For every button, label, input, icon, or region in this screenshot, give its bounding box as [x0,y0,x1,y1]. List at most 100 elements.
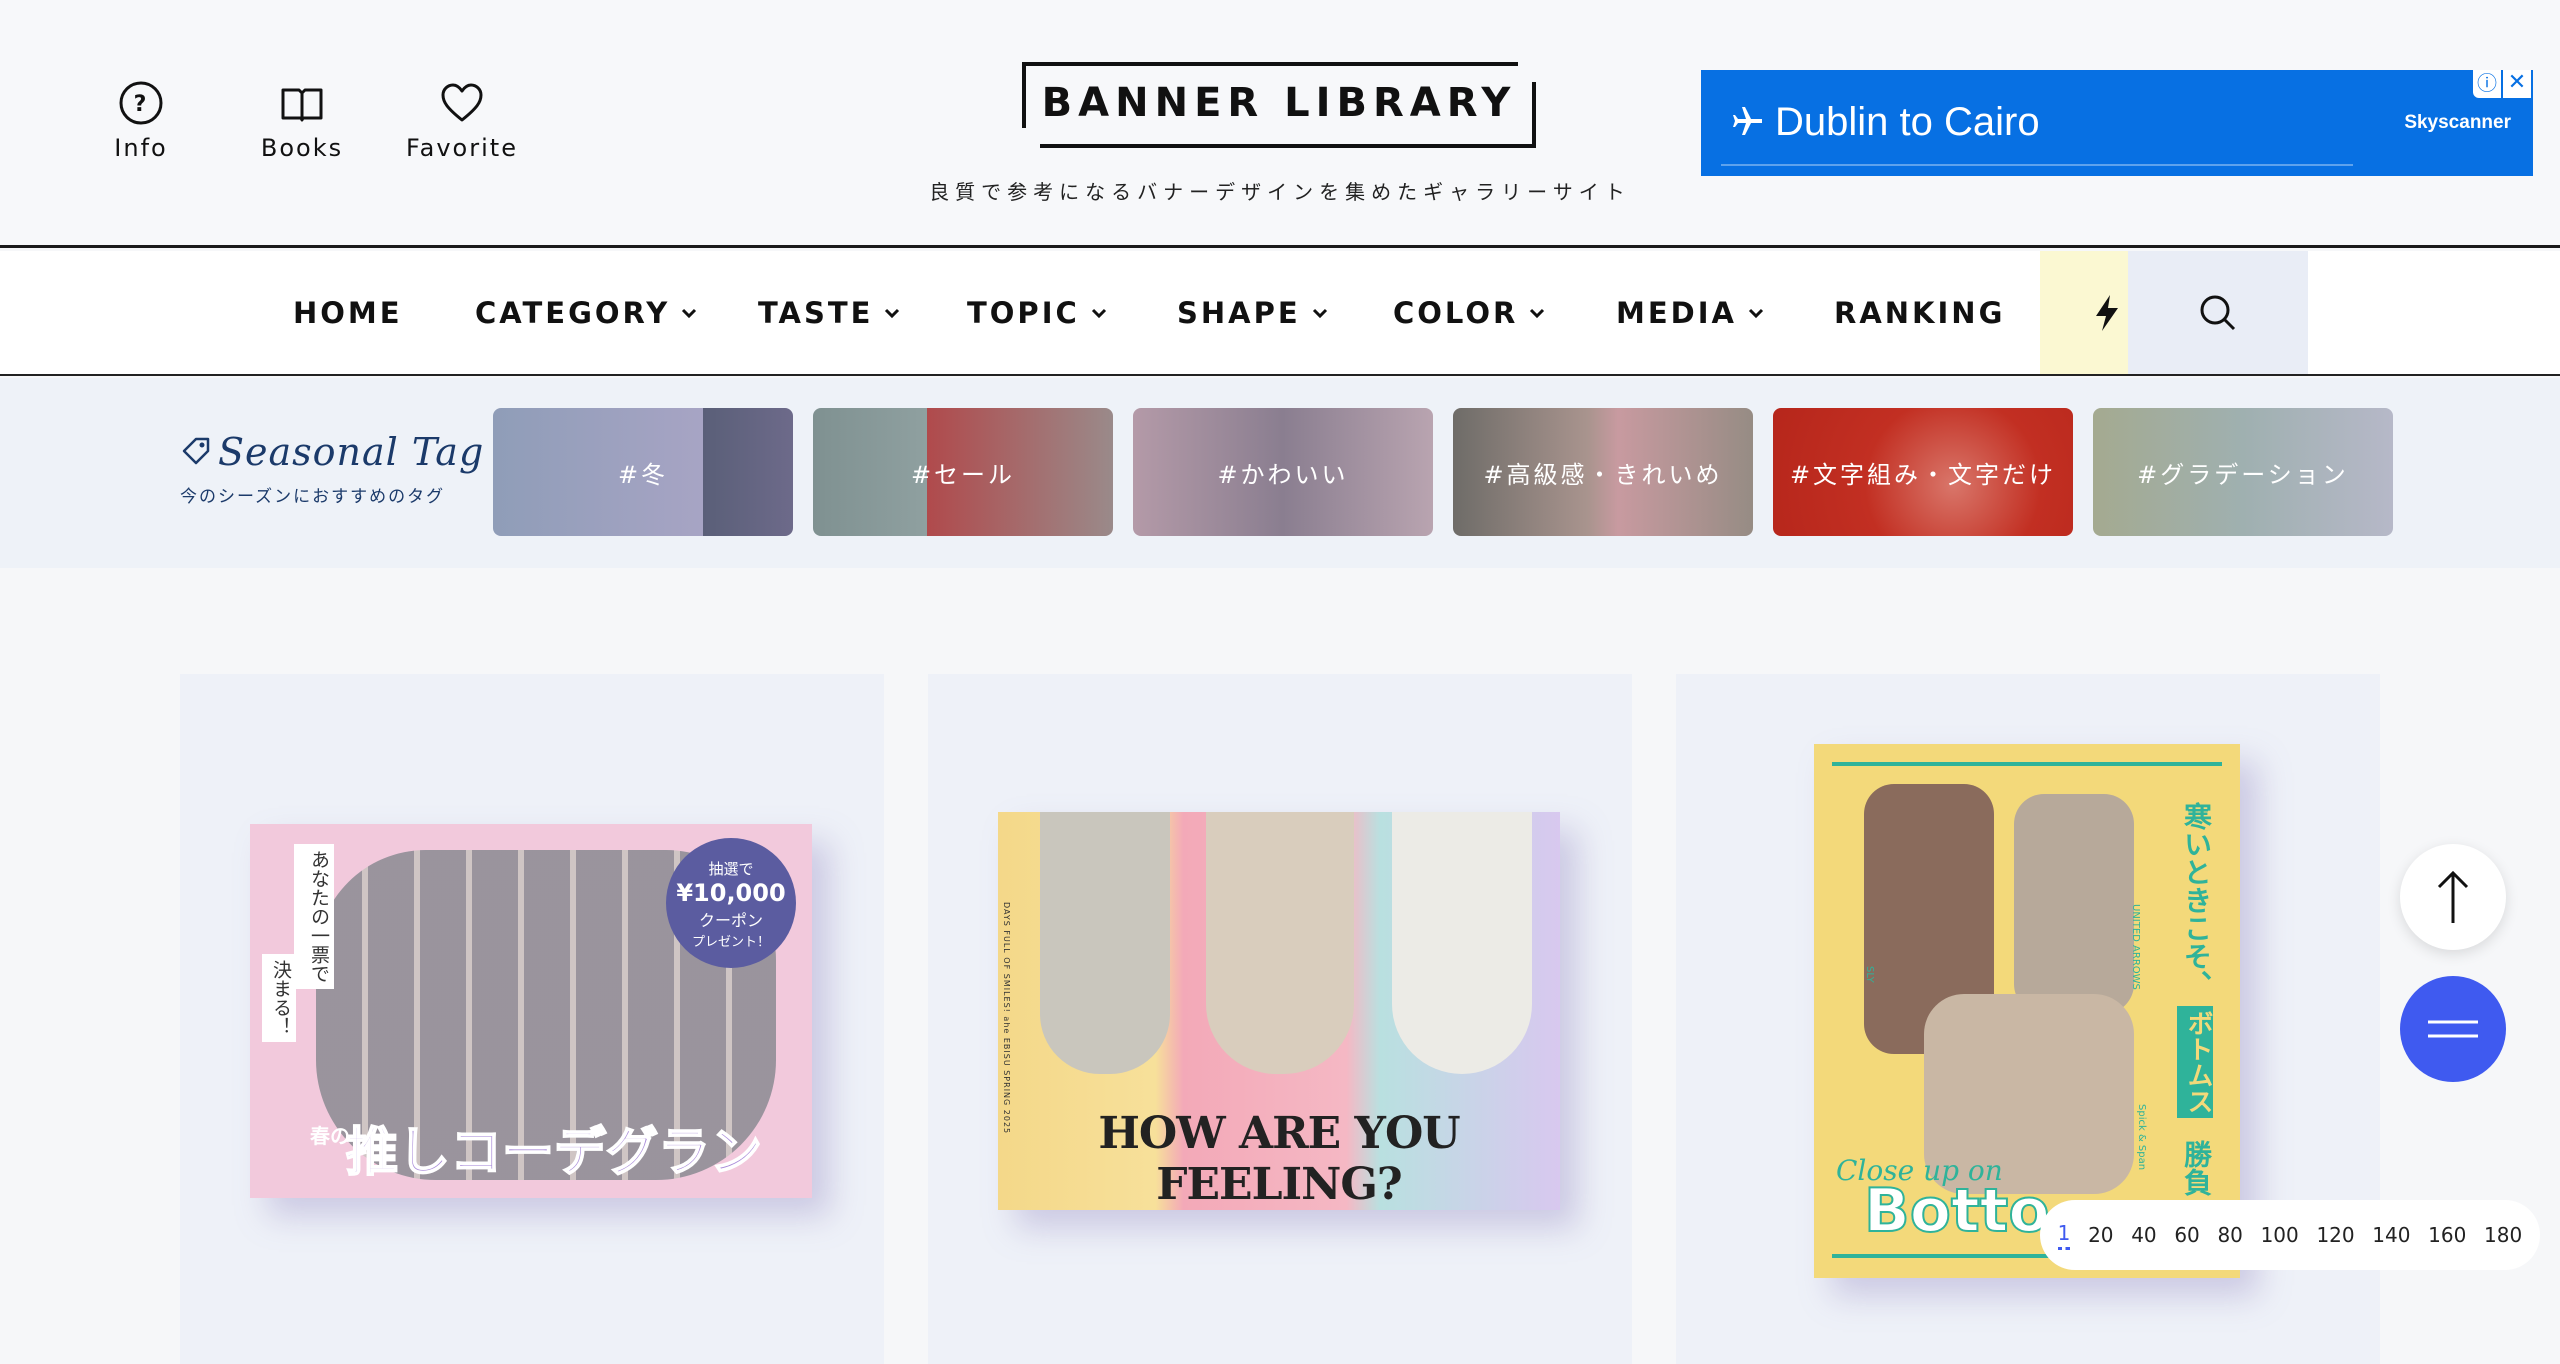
svg-text:?: ? [134,92,149,117]
tag-winter[interactable]: #冬 [493,408,793,536]
badge-top: 抽選で [708,860,754,878]
model-photo-2 [2014,794,2134,1014]
page-link[interactable]: 160 [2428,1223,2466,1247]
chevron-down-icon [682,308,697,318]
seasonal-title-block: Seasonal Tag 今のシーズンにおすすめのタグ [180,430,484,507]
page-link[interactable]: 140 [2372,1223,2410,1247]
nav-taste-label: TASTE [758,295,874,330]
logo-text: BANNER LIBRARY [1041,80,1517,126]
banner3-headline: Botto [1863,1175,2051,1247]
tag-label: #高級感・きれいめ [1483,460,1723,489]
tag-label: #セール [910,460,1016,489]
badge-amount: ¥10,000 [676,879,786,907]
tag-elegant[interactable]: #高級感・きれいめ [1453,408,1753,536]
ad-close-icon[interactable]: ✕ [2503,70,2531,98]
tag-label: #グラデーション [2137,460,2349,489]
ad-brand: Skyscanner [2404,112,2511,133]
nav-media-label: MEDIA [1616,295,1737,330]
search-icon [2200,295,2236,330]
favorite-link[interactable]: Favorite [402,80,522,162]
tag-icon [182,437,210,465]
banner3-vertical-end: 勝負 [2180,1140,2213,1196]
nav-home[interactable]: HOME [293,251,403,374]
banner-image: あなたの一票で 決まる！ 抽選で ¥10,000 クーポン プレゼント！ 春の … [250,824,812,1198]
banner3-brand-a: UNITED ARROWS [2130,904,2141,990]
page-link[interactable]: 40 [2131,1223,2156,1247]
page-link[interactable]: 1 [2057,1221,2071,1250]
tag-sale[interactable]: #セール [813,408,1113,536]
ad-banner[interactable]: Dublin to Cairo Skyscanner ⓘ ✕ [1701,70,2533,176]
tag-label: #かわいい [1217,460,1349,489]
nav-shape-label: SHAPE [1177,295,1301,330]
coupon-badge: 抽選で ¥10,000 クーポン プレゼント！ [666,838,796,968]
page-link[interactable]: 60 [2174,1223,2199,1247]
nav-topic-label: TOPIC [967,295,1080,330]
tag-label: #冬 [617,460,669,489]
banner3-brand-c: SLY [1864,966,1875,983]
page-link[interactable]: 20 [2088,1223,2113,1247]
pagination: 1 20 40 60 80 100 120 140 160 180 [2040,1200,2540,1270]
lightning-icon [2096,294,2118,331]
badge-bottom: プレゼント！ [691,935,770,950]
banner2-headline: HOW ARE YOU FEELING? [1098,1108,1460,1210]
page-link[interactable]: 120 [2316,1223,2354,1247]
page-link[interactable]: 80 [2217,1223,2242,1247]
banner-image: 寒いときこそ、 ボトムス 勝負 UNITED ARROWS Spick & Sp… [1814,744,2240,1278]
nav-topic[interactable]: TOPIC [967,251,1108,374]
banner1-vertical-text-2: 決まる！ [262,954,296,1042]
nav-category-label: CATEGORY [475,295,671,330]
nav-media[interactable]: MEDIA [1616,251,1765,374]
nav-taste[interactable]: TASTE [758,251,901,374]
airplane-icon [1733,107,1762,135]
nav-home-label: HOME [293,295,403,330]
banner2-side-text: DAYS FULL OF SMILES! ahe EBISU SPRING 20… [1002,902,1011,1135]
banner3-brand-b: Spick & Span [2136,1104,2147,1171]
seasonal-tag-bar: Seasonal Tag 今のシーズンにおすすめのタグ #冬 #セール #かわい… [0,378,2560,568]
heart-icon [441,83,483,122]
banner3-vertical-box: ボトムス [2177,1006,2213,1118]
hamburger-icon [2428,1020,2478,1038]
banner-image: DAYS FULL OF SMILES! ahe EBISU SPRING 20… [998,812,1560,1210]
page-link[interactable]: 180 [2484,1223,2522,1247]
tag-typography[interactable]: #文字組み・文字だけ [1773,408,2073,536]
banner3-rule-top [1832,762,2222,766]
page-link[interactable]: 100 [2261,1223,2299,1247]
model-photo-3 [1392,812,1532,1074]
banner1-headline: 推しコーデグランプリ [345,1122,763,1198]
menu-button[interactable] [2400,976,2506,1082]
info-label: Info [114,134,168,162]
banner1-vertical-text: あなたの一票で [294,844,334,989]
search-button[interactable] [2128,251,2308,374]
tag-gradient[interactable]: #グラデーション [2093,408,2393,536]
banner3-vertical: 寒いときこそ、 [2180,802,2213,998]
badge-mid: クーポン [698,911,763,930]
book-icon [281,88,323,122]
chevron-down-icon [1312,308,1327,318]
banner-card[interactable]: DAYS FULL OF SMILES! ahe EBISU SPRING 20… [928,674,1632,1364]
model-photo-1 [1040,812,1170,1074]
nav-color[interactable]: COLOR [1393,251,1546,374]
books-link[interactable]: Books [242,80,362,162]
info-link[interactable]: ? Info [81,80,201,162]
model-photo-2 [1206,812,1354,1074]
nav-ranking[interactable]: RANKING [1834,251,2005,374]
site-tagline: 良質で参考になるバナーデザインを集めたギャラリーサイト [929,180,1631,204]
nav-category[interactable]: CATEGORY [475,251,698,374]
site-header: ? Info Books Favorite BANNER LIBRARY 良質で… [0,0,2560,248]
nav-color-label: COLOR [1393,295,1519,330]
seasonal-title: Seasonal Tag [180,430,484,474]
banner-card[interactable]: あなたの一票で 決まる！ 抽選で ¥10,000 クーポン プレゼント！ 春の … [180,674,884,1364]
seasonal-subtitle: 今のシーズンにおすすめのタグ [180,487,446,507]
nav-shape[interactable]: SHAPE [1177,251,1329,374]
ad-destination: Dublin to Cairo [1775,100,2040,144]
back-to-top-button[interactable] [2400,844,2506,950]
tag-cute[interactable]: #かわいい [1133,408,1433,536]
chevron-down-icon [885,308,900,318]
banner1-headline-small: 春の [310,1124,350,1148]
arrow-up-icon [2437,870,2469,923]
tag-label: #文字組み・文字だけ [1789,460,2057,489]
ad-info-icon[interactable]: ⓘ [2473,70,2501,98]
site-logo[interactable]: BANNER LIBRARY [1022,62,1536,148]
chevron-down-icon [1530,308,1545,318]
question-circle-icon: ? [119,81,163,125]
